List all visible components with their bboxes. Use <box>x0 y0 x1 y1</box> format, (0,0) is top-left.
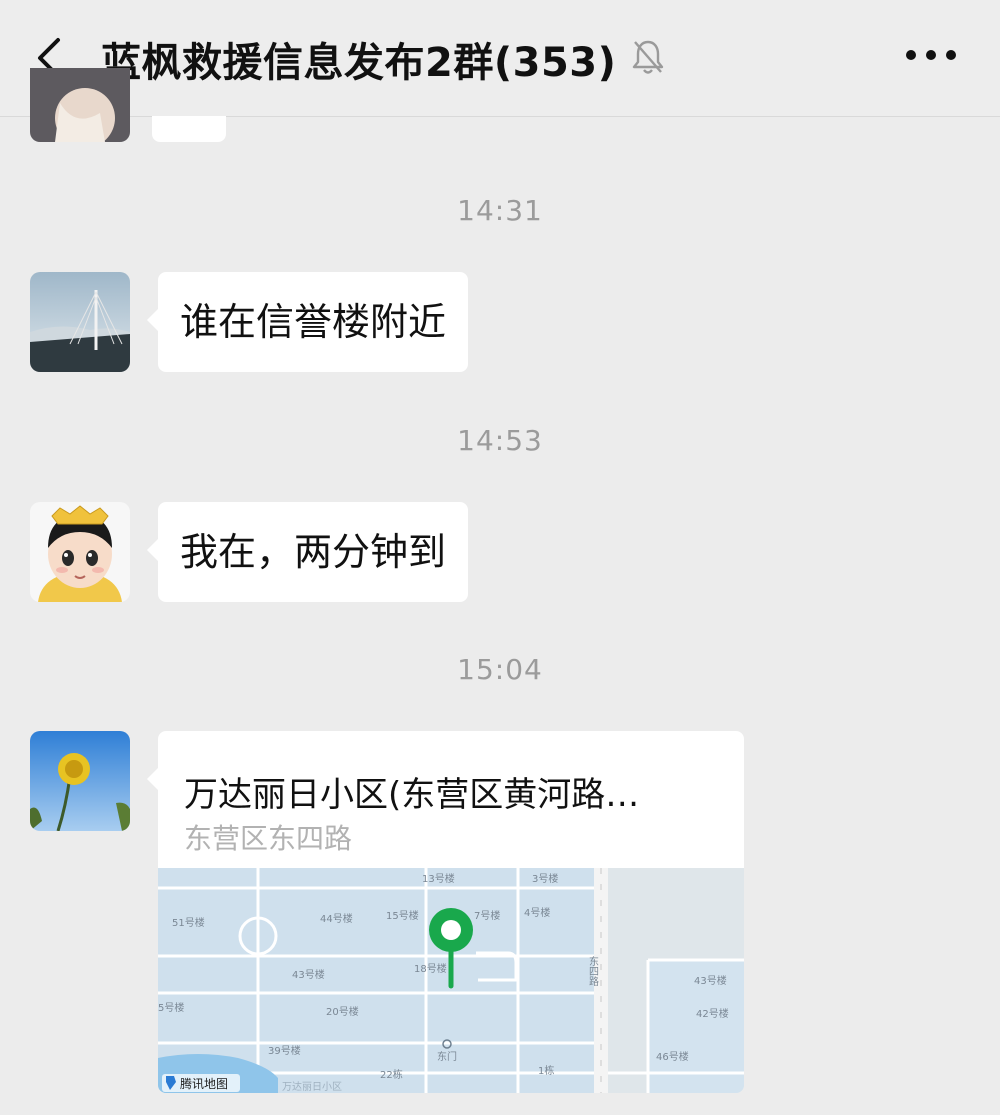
message-bubble[interactable]: 谁在信誉楼附近 <box>146 272 469 372</box>
timestamp: 14:31 <box>457 194 543 227</box>
map-label: 3号楼 <box>532 872 558 885</box>
avatar[interactable] <box>30 731 130 831</box>
location-address: 东营区东四路 <box>184 822 353 855</box>
map-label: 5号楼 <box>158 1001 184 1014</box>
map-preview[interactable]: 13号楼 3号楼 51号楼 44号楼 15号楼 7号楼 4号楼 43号楼 18号… <box>158 868 744 1093</box>
map-label: 42号楼 <box>696 1007 729 1020</box>
map-label: 1栋 <box>538 1064 554 1077</box>
map-label: 44号楼 <box>320 912 353 925</box>
message-bubble[interactable] <box>152 116 226 142</box>
more-dot <box>906 50 916 60</box>
map-label: 43号楼 <box>292 968 325 981</box>
map-label: 43号楼 <box>694 974 727 987</box>
location-name: 万达丽日小区(东营区黄河路… <box>184 775 640 815</box>
map-label: 万达丽日小区 <box>282 1081 342 1093</box>
map-brand-label: 腾讯地图 <box>180 1076 228 1091</box>
map-label: 18号楼 <box>414 962 447 975</box>
map-label: 46号楼 <box>656 1050 689 1063</box>
timestamp: 15:04 <box>457 653 543 686</box>
map-label: 7号楼 <box>474 909 500 922</box>
map-label: 东门 <box>437 1050 457 1063</box>
map-label: 13号楼 <box>422 872 455 885</box>
more-dot <box>946 50 956 60</box>
location-card[interactable]: 万达丽日小区(东营区黄河路… 东营区东四路 13号楼 3号楼 51号楼 44号楼… <box>158 731 744 1093</box>
timestamp: 14:53 <box>457 424 543 457</box>
tencent-map-logo: 腾讯地图 <box>162 1074 240 1092</box>
map-label: 15号楼 <box>386 909 419 922</box>
map-label: 20号楼 <box>326 1005 359 1018</box>
map-label: 22栋 <box>380 1068 403 1081</box>
avatar[interactable] <box>30 68 130 142</box>
chat-header: 蓝枫救援信息发布2群(353) <box>0 0 1000 117</box>
avatar[interactable] <box>30 502 130 602</box>
more-dot <box>926 50 936 60</box>
bell-muted-icon <box>630 38 666 76</box>
more-button[interactable] <box>904 50 958 64</box>
map-label: 东四路 <box>587 955 599 987</box>
message-bubble[interactable]: 我在，两分钟到 <box>146 502 469 602</box>
map-label: 39号楼 <box>268 1044 301 1057</box>
chat-title: 蓝枫救援信息发布2群(353) <box>101 40 617 86</box>
avatar[interactable] <box>30 272 130 372</box>
map-label: 4号楼 <box>524 906 550 919</box>
map-label: 51号楼 <box>172 916 205 929</box>
